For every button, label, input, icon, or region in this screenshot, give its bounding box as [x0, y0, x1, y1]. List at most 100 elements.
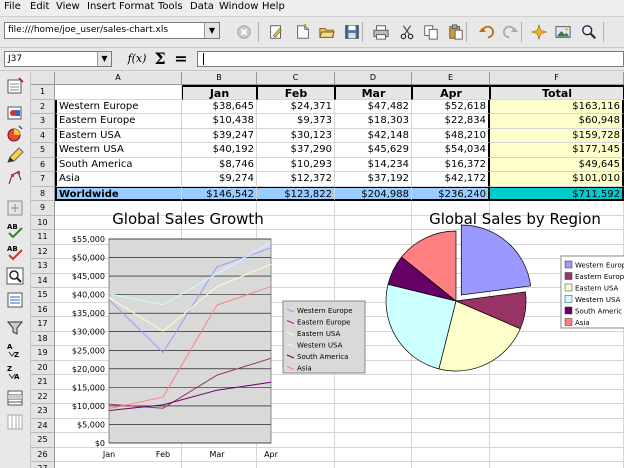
undo-button[interactable]	[475, 21, 497, 43]
copy-button[interactable]	[420, 21, 442, 43]
insert-button[interactable]	[5, 76, 25, 96]
function-button[interactable]: =	[172, 50, 190, 68]
cell[interactable]	[55, 85, 182, 100]
worldwide-value-cell[interactable]: $204,988	[335, 186, 412, 201]
navigator-button[interactable]	[528, 21, 550, 43]
worldwide-value-cell[interactable]: $146,542	[182, 186, 257, 201]
row-header-2[interactable]: 2	[31, 99, 55, 114]
value-cell[interactable]: $24,371	[257, 99, 335, 114]
value-cell[interactable]: $10,293	[257, 157, 335, 172]
insert-columns-button[interactable]	[5, 412, 25, 432]
value-cell[interactable]: $18,303	[335, 114, 412, 129]
column-label-cell[interactable]: Jan	[182, 85, 257, 100]
zoom-button[interactable]	[578, 21, 600, 43]
column-header-a[interactable]: A	[55, 72, 182, 85]
formula-input[interactable]	[197, 51, 624, 67]
auto-spellcheck-button[interactable]: AB	[5, 242, 25, 262]
region-label-cell[interactable]: South America	[55, 157, 182, 172]
menu-data[interactable]: Data	[190, 1, 214, 13]
value-cell[interactable]: $14,234	[335, 157, 412, 172]
form-controls-button[interactable]	[5, 198, 25, 218]
value-cell[interactable]: $45,629	[335, 143, 412, 158]
print-button[interactable]	[370, 21, 392, 43]
region-label-cell[interactable]: Eastern USA	[55, 128, 182, 143]
region-label-cell[interactable]: Western USA	[55, 143, 182, 158]
value-cell[interactable]: $37,192	[335, 172, 412, 187]
redo-button[interactable]	[500, 21, 522, 43]
menu-window[interactable]: Window	[219, 1, 258, 13]
value-cell[interactable]: $177,145	[490, 143, 624, 158]
worldwide-value-cell[interactable]: $236,240	[412, 186, 490, 201]
edit-file-button[interactable]	[265, 21, 287, 43]
new-document-button[interactable]	[292, 21, 314, 43]
value-cell[interactable]: $40,192	[182, 143, 257, 158]
row-header-7[interactable]: 7	[31, 172, 55, 187]
value-cell[interactable]: $60,948	[490, 114, 624, 129]
column-header-b[interactable]: B	[182, 72, 257, 85]
row-header-1[interactable]: 1	[31, 85, 55, 100]
column-header-d[interactable]: D	[335, 72, 412, 85]
value-cell[interactable]: $54,034	[412, 143, 490, 158]
menu-edit[interactable]: Edit	[30, 1, 49, 13]
value-cell[interactable]: $9,373	[257, 114, 335, 129]
menu-format[interactable]: Format	[119, 1, 154, 13]
select-all-corner[interactable]	[31, 72, 55, 85]
find-button[interactable]	[5, 266, 25, 286]
sort-descending-button[interactable]: ZA	[5, 362, 25, 382]
worldwide-value-cell[interactable]: $711,592	[490, 186, 624, 201]
name-box-dropdown[interactable]: ▼	[97, 52, 111, 66]
column-label-cell[interactable]: Mar	[335, 85, 412, 100]
draw-button[interactable]	[5, 146, 25, 166]
menu-help[interactable]: Help	[262, 1, 285, 13]
menu-tools[interactable]: Tools	[158, 1, 183, 13]
filter-button[interactable]	[5, 318, 25, 338]
row-header-8[interactable]: 8	[31, 186, 55, 201]
region-label-cell[interactable]: Asia	[55, 172, 182, 187]
menu-insert[interactable]: Insert	[87, 1, 116, 13]
column-label-cell[interactable]: Total	[490, 85, 624, 100]
value-cell[interactable]: $9,274	[182, 172, 257, 187]
open-folder-button[interactable]	[316, 21, 338, 43]
row-header-6[interactable]: 6	[31, 157, 55, 172]
gallery-button[interactable]	[552, 21, 574, 43]
edit-points-button[interactable]	[5, 168, 25, 188]
value-cell[interactable]: $16,372	[412, 157, 490, 172]
menu-file[interactable]: File	[4, 1, 21, 13]
column-header-f[interactable]: F	[490, 72, 624, 85]
spreadsheet-grid[interactable]: ABCDEF 1 2 3 4 5 6 7 8 9 10 11 12 13 14 15 16 17 18 19 20 21…	[31, 72, 624, 468]
region-label-cell[interactable]: Eastern Europe	[55, 114, 182, 129]
design-mode-button[interactable]	[5, 290, 25, 310]
value-cell[interactable]: $101,010	[490, 172, 624, 187]
value-cell[interactable]: $38,645	[182, 99, 257, 114]
chart-button[interactable]	[5, 124, 25, 144]
row-header-5[interactable]: 5	[31, 143, 55, 158]
name-box[interactable]: J37 ▼	[4, 51, 112, 67]
value-cell[interactable]: $47,482	[335, 99, 412, 114]
value-cell[interactable]: $12,372	[257, 172, 335, 187]
region-label-cell[interactable]: Western Europe	[55, 99, 182, 114]
sum-button[interactable]: Σ	[150, 50, 170, 68]
row-header-3[interactable]: 3	[31, 114, 55, 129]
value-cell[interactable]: $30,123	[257, 128, 335, 143]
value-cell[interactable]: $22,834	[412, 114, 490, 129]
value-cell[interactable]: $42,148	[335, 128, 412, 143]
column-header-c[interactable]: C	[257, 72, 335, 85]
value-cell[interactable]: $159,728	[490, 128, 624, 143]
worldwide-value-cell[interactable]: $123,822	[257, 186, 335, 201]
url-dropdown-button[interactable]: ▼	[204, 23, 219, 38]
spellcheck-button[interactable]: AB	[5, 220, 25, 240]
column-label-cell[interactable]: Feb	[257, 85, 335, 100]
insert-rows-button[interactable]	[5, 388, 25, 408]
value-cell[interactable]: $39,247	[182, 128, 257, 143]
paste-button[interactable]	[445, 21, 467, 43]
value-cell[interactable]: $49,645	[490, 157, 624, 172]
menu-view[interactable]: View	[56, 1, 80, 13]
column-header-e[interactable]: E	[412, 72, 490, 85]
function-wizard-button[interactable]: f(x)	[125, 50, 149, 68]
value-cell[interactable]: $37,290	[257, 143, 335, 158]
value-cell[interactable]: $10,438	[182, 114, 257, 129]
stop-button[interactable]	[233, 21, 255, 43]
save-button[interactable]	[341, 21, 363, 43]
value-cell[interactable]: $163,116	[490, 99, 624, 114]
value-cell[interactable]: $42,172	[412, 172, 490, 187]
